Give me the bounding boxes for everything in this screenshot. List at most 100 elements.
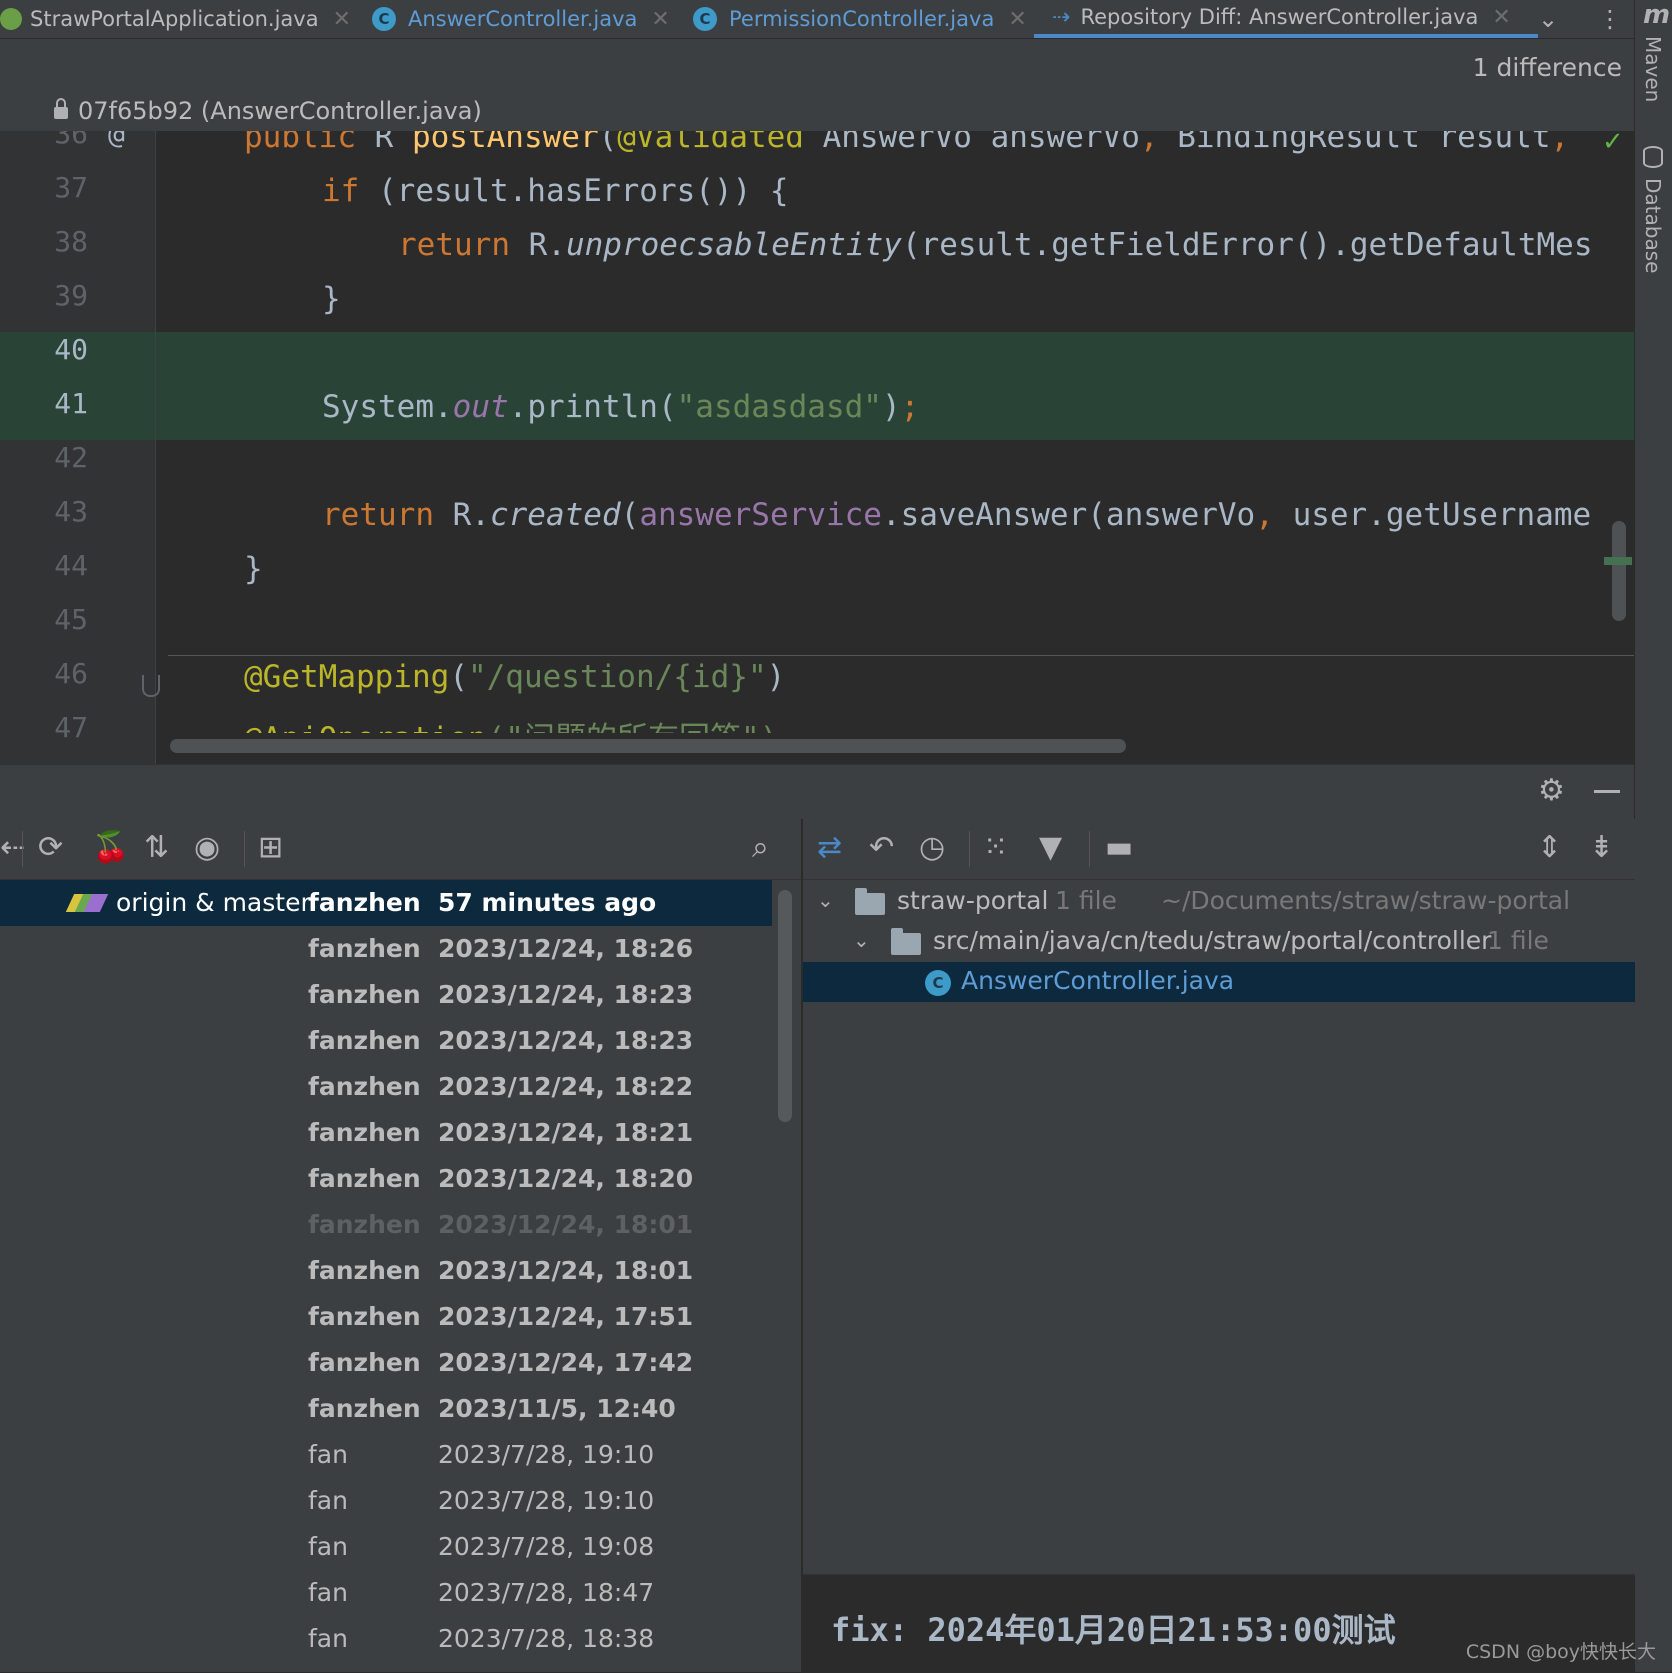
close-icon[interactable]: ✕: [1008, 7, 1026, 32]
commit-date: 2023/7/28, 18:38: [438, 1624, 655, 1653]
branch-refs: origin & master: [65, 888, 311, 917]
commit-date: 2023/7/28, 19:08: [438, 1532, 655, 1561]
lock-icon: [54, 98, 68, 119]
gutter-divider: [155, 131, 156, 764]
layout-icon[interactable]: ▬: [1105, 831, 1133, 865]
database-tool-button[interactable]: Database: [1641, 178, 1665, 273]
commit-row[interactable]: fanzhen 2023/12/24, 18:22: [0, 1064, 772, 1110]
refresh-icon[interactable]: ⟳: [38, 831, 63, 865]
commit-row[interactable]: fanzhen 2023/12/24, 17:42: [0, 1340, 772, 1386]
vertical-scrollbar[interactable]: [1612, 521, 1626, 621]
code-line-38: return R.unproecsableEntity(result.getFi…: [398, 227, 1593, 263]
commit-row[interactable]: fanzhen 2023/12/24, 18:23: [0, 972, 772, 1018]
line-number: 39: [54, 279, 88, 312]
tree-file-name: AnswerController.java: [961, 966, 1235, 995]
show-diff-icon[interactable]: ⇄: [817, 831, 842, 865]
commit-author: fanzhen: [308, 1256, 421, 1285]
chevron-down-icon[interactable]: ⌄: [853, 928, 870, 952]
close-icon[interactable]: ✕: [651, 7, 669, 32]
inspection-ok-icon[interactable]: ✓: [1602, 131, 1624, 157]
expand-all-icon[interactable]: ⇕: [1537, 831, 1562, 865]
tab-answercontroller[interactable]: C AnswerController.java ✕: [372, 0, 670, 38]
commit-author: fan: [308, 1440, 348, 1469]
commit-row[interactable]: fanzhen 2023/12/24, 18:26: [0, 926, 772, 972]
commit-author: fanzhen: [308, 980, 421, 1009]
chevron-down-icon[interactable]: ⌄: [1538, 0, 1558, 38]
close-icon[interactable]: ✕: [333, 7, 351, 32]
search-icon[interactable]: ⌕: [752, 831, 769, 865]
tree-node-directory[interactable]: ⌄ src/main/java/cn/tedu/straw/portal/con…: [803, 922, 1635, 962]
code-line-46: @GetMapping("/question/{id}"): [244, 659, 786, 695]
history-icon[interactable]: ◷: [919, 831, 945, 865]
commit-message: fix: 2024年01月20日21:53:00测试: [831, 1611, 1396, 1649]
sort-icon[interactable]: ⇅: [144, 831, 169, 865]
branch-label: origin & master: [116, 888, 311, 917]
cherry-pick-icon[interactable]: 🍒: [92, 831, 129, 865]
tab-permissioncontroller[interactable]: C PermissionController.java ✕: [693, 0, 1027, 38]
commit-row[interactable]: fanzhen 2023/12/24, 18:23: [0, 1018, 772, 1064]
commit-author: fan: [308, 1578, 348, 1607]
maven-tool-button[interactable]: Maven: [1641, 36, 1665, 102]
commit-row[interactable]: fanzhen 2023/12/24, 18:20: [0, 1156, 772, 1202]
method-separator: [168, 655, 1634, 656]
line-number: 41: [54, 387, 88, 420]
commit-row[interactable]: fan 2023/7/28, 19:10: [0, 1432, 772, 1478]
git-panel-header: ⚙: [0, 764, 1634, 819]
commit-row[interactable]: fanzhen 2023/12/24, 18:01: [0, 1202, 772, 1248]
line-number: 40: [54, 333, 88, 366]
commit-row[interactable]: fan 2023/7/28, 18:47: [0, 1570, 772, 1616]
commit-author: fanzhen: [308, 1348, 421, 1377]
diff-header: 1 difference 07f65b92 (AnswerController.…: [0, 39, 1634, 131]
commit-row[interactable]: fan 2023/7/28, 18:38: [0, 1616, 772, 1662]
revert-icon[interactable]: ↶: [869, 831, 894, 865]
line-number: 36: [54, 131, 88, 150]
group-by-icon[interactable]: ⁙: [983, 831, 1008, 865]
difference-count: 1 difference: [1472, 53, 1622, 82]
chevron-down-icon[interactable]: ⌄: [817, 888, 834, 912]
collapse-all-icon[interactable]: ⇟: [1589, 831, 1614, 865]
minimize-icon[interactable]: [1594, 790, 1620, 793]
code-editor[interactable]: 36 37 38 39 40 41 42 43 44 45 46 47 @ pu…: [0, 131, 1634, 764]
commit-log-list[interactable]: origin & master fanzhen 57 minutes ago f…: [0, 880, 772, 1672]
close-icon[interactable]: ✕: [1492, 5, 1510, 30]
eye-icon[interactable]: ◉: [194, 831, 220, 865]
code-line-44: }: [244, 551, 263, 587]
toolbar-separator: [244, 831, 245, 867]
changed-files-tree[interactable]: ⌄ straw-portal 1 file ~/Documents/straw/…: [802, 880, 1635, 1574]
settings-gear-icon[interactable]: ⚙: [1538, 773, 1565, 808]
commit-date: 2023/12/24, 18:23: [438, 1026, 694, 1055]
commit-date: 2023/12/24, 18:01: [438, 1256, 694, 1285]
filter-icon[interactable]: ▼: [1039, 831, 1062, 865]
log-vertical-scrollbar[interactable]: [778, 890, 792, 1122]
commit-author: fanzhen: [308, 1164, 421, 1193]
tab-label: PermissionController.java: [729, 7, 995, 31]
tree-root-count: 1 file: [1055, 886, 1117, 915]
commit-row[interactable]: fanzhen 2023/12/24, 17:51: [0, 1294, 772, 1340]
line-number: 47: [54, 711, 88, 744]
tree-node-file[interactable]: C AnswerController.java: [803, 962, 1635, 1002]
commit-row[interactable]: fanzhen 2023/12/24, 18:21: [0, 1110, 772, 1156]
implements-marker-icon[interactable]: @: [108, 131, 125, 150]
toolbar-separator: [22, 831, 23, 867]
commit-row[interactable]: fan 2023/7/28, 19:10: [0, 1478, 772, 1524]
commit-row[interactable]: fan 2023/7/28, 19:08: [0, 1524, 772, 1570]
maven-logo-icon: m: [1643, 0, 1671, 30]
commit-row[interactable]: origin & master fanzhen 57 minutes ago: [0, 880, 772, 926]
line-number: 38: [54, 225, 88, 258]
commit-date: 2023/12/24, 17:42: [438, 1348, 694, 1377]
tag-icon: [65, 892, 109, 914]
java-class-icon: C: [925, 970, 951, 996]
new-tab-icon[interactable]: ⊞: [258, 831, 283, 865]
line-number: 37: [54, 171, 88, 204]
commit-row[interactable]: fanzhen 2023/12/24, 18:01: [0, 1248, 772, 1294]
tab-strawportalapplication[interactable]: StrawPortalApplication.java ✕: [0, 0, 351, 38]
commit-date: 57 minutes ago: [438, 888, 657, 917]
tree-node-root[interactable]: ⌄ straw-portal 1 file ~/Documents/straw/…: [803, 882, 1635, 922]
horizontal-scrollbar[interactable]: [170, 739, 1126, 753]
commit-date: 2023/12/24, 17:51: [438, 1302, 694, 1331]
fold-icon[interactable]: [142, 675, 160, 697]
commit-row[interactable]: fanzhen 2023/11/5, 12:40: [0, 1386, 772, 1432]
more-vertical-icon[interactable]: ⋮: [1598, 0, 1622, 38]
tab-label: AnswerController.java: [408, 7, 638, 31]
tab-repository-diff[interactable]: ⇢ Repository Diff: AnswerController.java…: [1034, 0, 1538, 38]
